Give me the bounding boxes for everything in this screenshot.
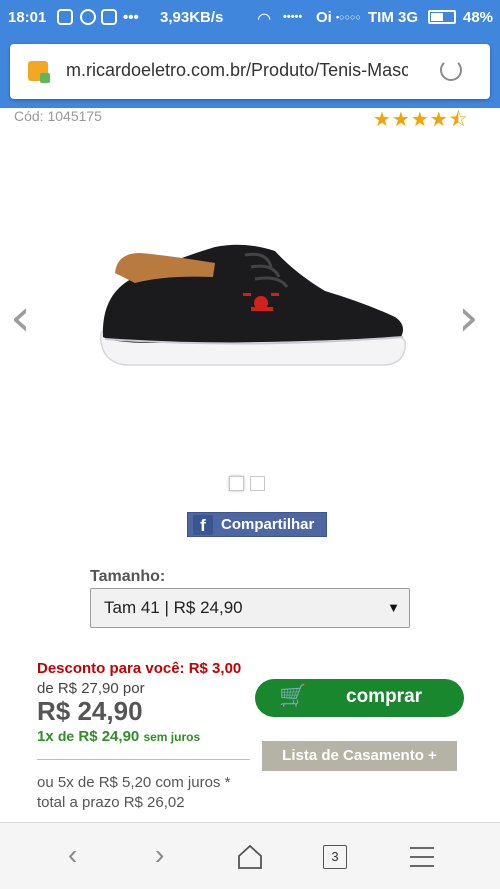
- installment-value: R$ 24,90: [78, 728, 140, 745]
- share-label: Compartilhar: [221, 516, 315, 533]
- reload-icon[interactable]: [440, 59, 462, 81]
- network-speed: 3,93KB/s: [160, 9, 224, 26]
- buy-button[interactable]: 🛒 comprar: [255, 679, 464, 717]
- messenger-notification-icon: [57, 9, 73, 25]
- back-icon[interactable]: ‹: [68, 841, 77, 869]
- forward-icon[interactable]: ›: [155, 841, 164, 869]
- image-dot-1[interactable]: [229, 476, 244, 491]
- divider: [37, 759, 250, 760]
- financing-info: ou 5x de R$ 5,20 com juros * total a pra…: [37, 773, 230, 813]
- browser-toolbar: m.ricardoeletro.com.br/Produto/Tenis-Mas…: [0, 38, 500, 108]
- installment-info: 1x de R$ 24,90 sem juros: [37, 728, 200, 745]
- current-price: R$ 24,90: [37, 696, 143, 726]
- wifi-icon: ◠: [258, 11, 271, 28]
- tabs-button[interactable]: 3: [323, 845, 347, 869]
- messenger-notification-icon: [101, 9, 117, 25]
- facebook-icon: f: [193, 515, 213, 535]
- size-label: Tamanho:: [90, 568, 166, 585]
- image-pagination: [229, 476, 271, 496]
- rating-stars: ★★★★⯪: [373, 109, 469, 131]
- carrier-1: Oi: [316, 9, 332, 26]
- chevron-left-icon[interactable]: ‹: [10, 288, 31, 348]
- product-code: Cód: 1045175: [14, 108, 102, 124]
- chevron-right-icon[interactable]: ›: [458, 288, 479, 348]
- size-select[interactable]: Tam 41 | R$ 24,90 ▼: [90, 588, 410, 628]
- juros-line-2: total a prazo R$ 26,02: [37, 794, 185, 811]
- battery-icon: [428, 10, 456, 24]
- status-bar: 18:01 ••• 3,93KB/s ◠ ••••• Oi •○○○○ TIM …: [0, 0, 500, 38]
- battery-percent: 48%: [463, 9, 494, 26]
- wedding-list-button[interactable]: Lista de Casamento +: [262, 741, 457, 771]
- size-selected-value: Tam 41 | R$ 24,90: [104, 598, 243, 617]
- signal-2-icon: •○○○○: [336, 12, 361, 22]
- product-page: Cód: 1045175 ★★★★⯪ ‹ › f Compartilhar Ta…: [0, 108, 500, 822]
- browser-bottom-nav: ‹ › 3: [0, 822, 500, 889]
- site-favicon-icon: [28, 61, 50, 83]
- discount-text: Desconto para você: R$ 3,00: [37, 660, 242, 677]
- buy-label: comprar: [346, 686, 423, 707]
- menu-icon[interactable]: [409, 845, 435, 869]
- cart-icon: 🛒: [279, 683, 307, 708]
- dropdown-caret-icon: ▼: [387, 600, 400, 615]
- installment-note: sem juros: [143, 730, 201, 744]
- original-price: de R$ 27,90 por: [37, 680, 145, 697]
- facebook-share-button[interactable]: f Compartilhar: [187, 512, 327, 537]
- home-icon[interactable]: [236, 843, 264, 871]
- address-bar[interactable]: m.ricardoeletro.com.br/Produto/Tenis-Mas…: [10, 44, 490, 99]
- installment-count: 1x: [37, 728, 54, 745]
- more-notifications-icon: •••: [123, 9, 139, 26]
- whatsapp-notification-icon: [80, 9, 96, 25]
- carrier-2: TIM 3G: [368, 9, 419, 26]
- juros-line-1: ou 5x de R$ 5,20 com juros *: [37, 774, 231, 791]
- url-text[interactable]: m.ricardoeletro.com.br/Produto/Tenis-Mas…: [66, 60, 408, 81]
- status-time: 18:01: [8, 9, 47, 26]
- product-image: [100, 244, 406, 366]
- installment-de: de: [57, 728, 75, 744]
- image-dot-2[interactable]: [250, 476, 265, 491]
- signal-icon: •••••: [283, 11, 303, 23]
